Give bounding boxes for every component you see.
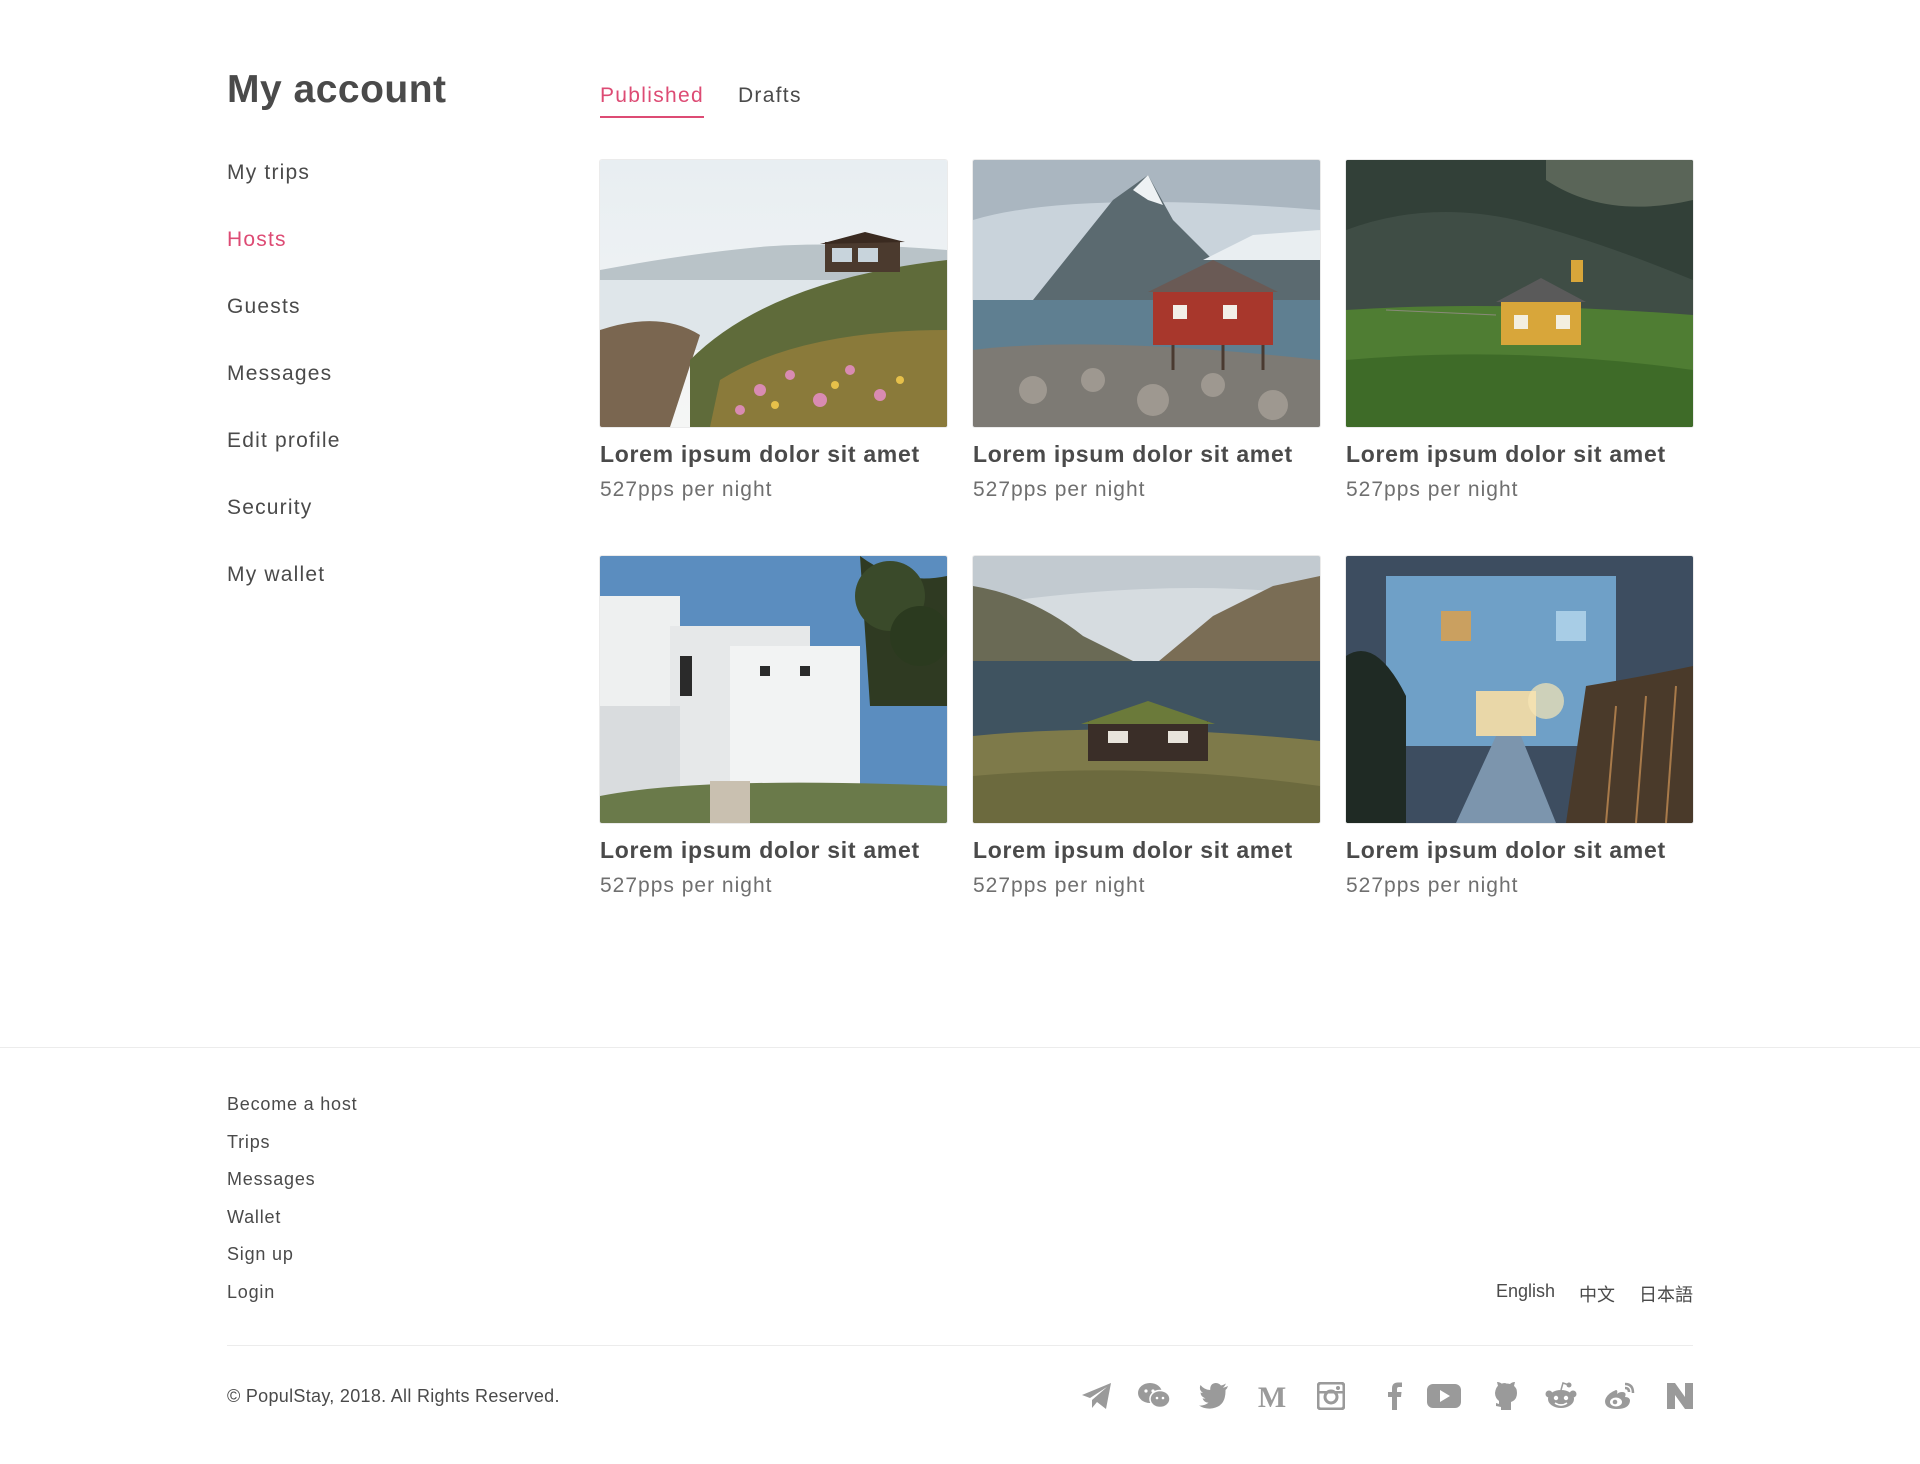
listing-card[interactable]: Lorem ipsum dolor sit amet 527pps per ni…: [1346, 556, 1693, 898]
listing-image[interactable]: [1346, 556, 1693, 823]
language-chinese[interactable]: 中文: [1579, 1281, 1615, 1307]
footer-link-login[interactable]: Login: [227, 1282, 357, 1320]
sidebar-item-my-wallet[interactable]: My wallet: [227, 554, 527, 621]
medium-icon[interactable]: M: [1229, 1380, 1287, 1412]
tab-published[interactable]: Published: [600, 84, 704, 118]
svg-text:M: M: [1258, 1383, 1286, 1409]
neo-icon[interactable]: [1635, 1380, 1693, 1412]
sidebar-item-security[interactable]: Security: [227, 487, 527, 554]
sidebar-item-my-trips[interactable]: My trips: [227, 152, 527, 219]
youtube-icon[interactable]: [1403, 1380, 1461, 1412]
github-icon[interactable]: [1461, 1380, 1519, 1412]
listing-card[interactable]: Lorem ipsum dolor sit amet 527pps per ni…: [600, 556, 947, 898]
listing-price: 527pps per night: [1346, 874, 1519, 897]
listing-card[interactable]: Lorem ipsum dolor sit amet 527pps per ni…: [600, 160, 947, 502]
listing-tabs: Published Drafts: [600, 84, 802, 118]
listing-image[interactable]: [600, 160, 947, 427]
footer-link-become-host[interactable]: Become a host: [227, 1094, 357, 1132]
listing-title[interactable]: Lorem ipsum dolor sit amet: [973, 441, 1320, 468]
footer-link-trips[interactable]: Trips: [227, 1132, 357, 1170]
tab-drafts[interactable]: Drafts: [738, 84, 802, 118]
listing-title[interactable]: Lorem ipsum dolor sit amet: [600, 441, 947, 468]
listing-image[interactable]: [973, 160, 1320, 427]
weibo-icon[interactable]: [1577, 1380, 1635, 1412]
language-english[interactable]: English: [1496, 1281, 1555, 1307]
listing-price: 527pps per night: [973, 874, 1146, 897]
telegram-icon[interactable]: [1055, 1380, 1113, 1412]
sidebar-item-messages[interactable]: Messages: [227, 353, 527, 420]
listing-image[interactable]: [600, 556, 947, 823]
account-sidebar: My trips Hosts Guests Messages Edit prof…: [227, 152, 527, 621]
listing-grid: Lorem ipsum dolor sit amet 527pps per ni…: [600, 160, 1695, 898]
listing-price: 527pps per night: [600, 874, 773, 897]
footer-divider: [0, 1047, 1920, 1048]
listing-price: 527pps per night: [1346, 478, 1519, 501]
sidebar-item-hosts[interactable]: Hosts: [227, 219, 527, 286]
copyright: © PopulStay, 2018. All Rights Reserved.: [227, 1386, 560, 1406]
listing-image[interactable]: [1346, 160, 1693, 427]
listing-card[interactable]: Lorem ipsum dolor sit amet 527pps per ni…: [973, 556, 1320, 898]
footer-link-messages[interactable]: Messages: [227, 1169, 357, 1207]
wechat-icon[interactable]: [1113, 1380, 1171, 1412]
sidebar-item-edit-profile[interactable]: Edit profile: [227, 420, 527, 487]
listing-title[interactable]: Lorem ipsum dolor sit amet: [1346, 837, 1693, 864]
instagram-icon[interactable]: [1287, 1380, 1345, 1412]
footer-link-sign-up[interactable]: Sign up: [227, 1244, 357, 1282]
footer-links: Become a host Trips Messages Wallet Sign…: [227, 1094, 357, 1319]
listing-title[interactable]: Lorem ipsum dolor sit amet: [1346, 441, 1693, 468]
footer-link-wallet[interactable]: Wallet: [227, 1207, 357, 1245]
language-selector: English 中文 日本語: [1496, 1281, 1693, 1307]
listing-title[interactable]: Lorem ipsum dolor sit amet: [600, 837, 947, 864]
twitter-icon[interactable]: [1171, 1380, 1229, 1412]
listing-card[interactable]: Lorem ipsum dolor sit amet 527pps per ni…: [973, 160, 1320, 502]
footer-divider: [227, 1345, 1693, 1346]
listing-card[interactable]: Lorem ipsum dolor sit amet 527pps per ni…: [1346, 160, 1693, 502]
social-links: M: [1055, 1380, 1693, 1412]
sidebar-item-guests[interactable]: Guests: [227, 286, 527, 353]
listing-price: 527pps per night: [600, 478, 773, 501]
facebook-icon[interactable]: [1345, 1380, 1403, 1412]
page-title: My account: [227, 68, 447, 111]
language-japanese[interactable]: 日本語: [1639, 1281, 1693, 1307]
listing-image[interactable]: [973, 556, 1320, 823]
listing-price: 527pps per night: [973, 478, 1146, 501]
reddit-icon[interactable]: [1519, 1380, 1577, 1412]
listing-title[interactable]: Lorem ipsum dolor sit amet: [973, 837, 1320, 864]
